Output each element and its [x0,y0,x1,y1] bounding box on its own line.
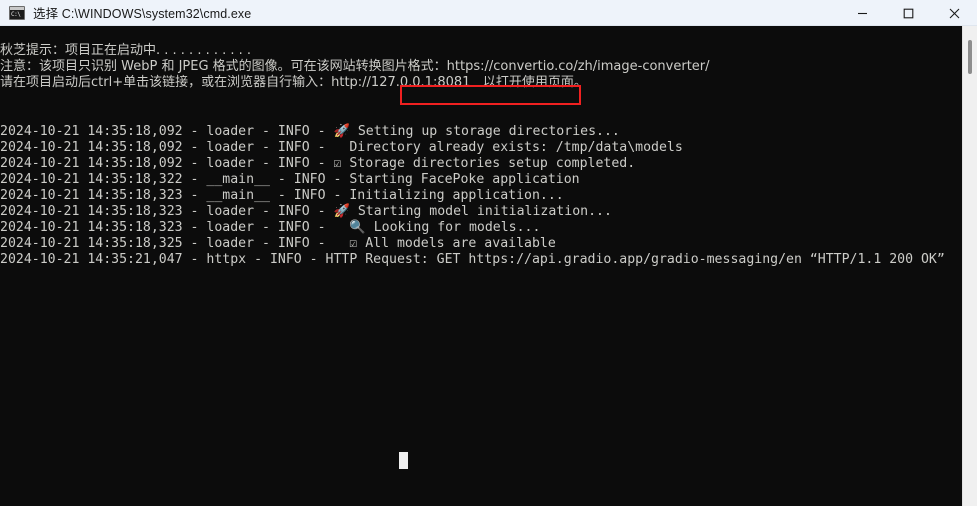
title-bar[interactable]: 选择 C:\WINDOWS\system32\cmd.exe [0,0,977,26]
console-text: 秋芝提示：项目正在启动中. . . . . . . . . . . . 注意：该项… [0,27,962,301]
minimize-icon [857,12,867,14]
window-controls [839,0,977,26]
log-line: 2024-10-21 14:35:18,092 - loader - INFO … [0,155,636,171]
log-line: 2024-10-21 14:35:21,047 - httpx - INFO -… [0,252,945,268]
vertical-scrollbar[interactable] [962,26,977,506]
close-icon [949,8,959,18]
close-button[interactable] [931,0,977,26]
maximize-icon [903,8,913,18]
cmd-window: 选择 C:\WINDOWS\system32\cmd.exe 秋芝提示 [0,0,977,506]
maximize-button[interactable] [885,0,931,26]
notice-line-1: 秋芝提示：项目正在启动中. . . . . . . . . . . . [0,43,252,59]
scrollbar-thumb[interactable] [968,40,972,74]
log-line: 2024-10-21 14:35:18,092 - loader - INFO … [0,139,683,155]
log-line: 2024-10-21 14:35:18,325 - loader - INFO … [0,236,556,252]
cmd-console-icon [9,5,25,20]
window-title: 选择 C:\WINDOWS\system32\cmd.exe [33,7,252,21]
log-line: 2024-10-21 14:35:18,092 - loader - INFO … [0,123,620,139]
log-line: 2024-10-21 14:35:18,323 - loader - INFO … [0,220,541,236]
notice-line-3: 请在项目启动后ctrl+单击该链接，或在浏览器自行输入：http://127.0… [0,75,962,91]
minimize-button[interactable] [839,0,885,26]
console-output-area[interactable]: 秋芝提示：项目正在启动中. . . . . . . . . . . . 注意：该项… [0,26,962,506]
text-cursor [399,452,408,469]
notice-line-2: 注意：该项目只识别 WebP 和 JPEG 格式的图像。可在该网站转换图片格式：… [0,59,710,75]
notice-line-3-suffix: 以打开使用页面。 [470,75,587,91]
local-server-url[interactable]: http://127.0.0.1:8081 [331,75,470,90]
log-line: 2024-10-21 14:35:18,322 - __main__ - INF… [0,171,580,187]
log-line: 2024-10-21 14:35:18,323 - __main__ - INF… [0,187,564,203]
log-line: 2024-10-21 14:35:18,323 - loader - INFO … [0,204,612,220]
notice-line-3-prefix: 请在项目启动后ctrl+单击该链接，或在浏览器自行输入： [0,75,332,91]
